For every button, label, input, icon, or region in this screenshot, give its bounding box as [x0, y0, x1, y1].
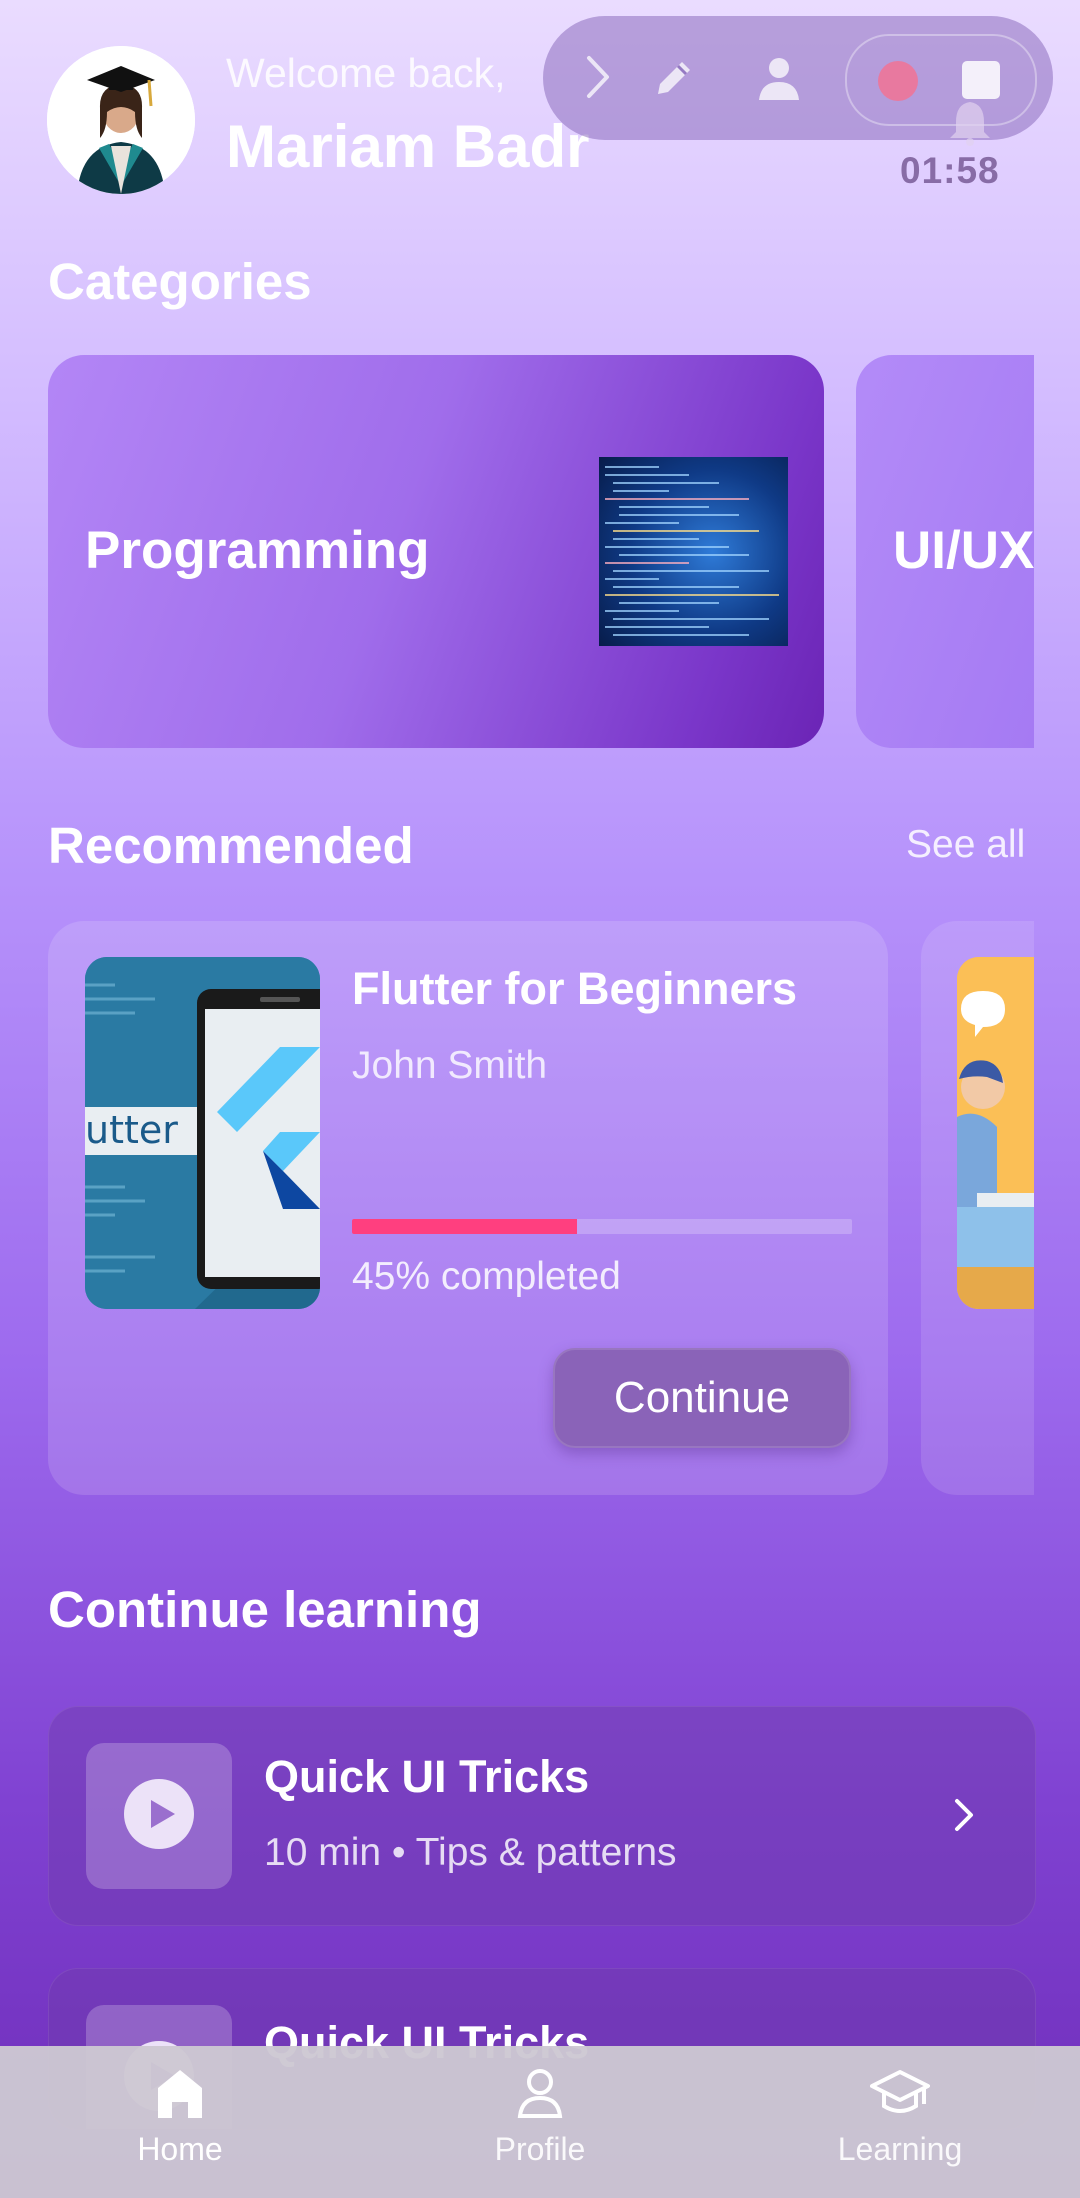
chevron-right-icon[interactable]: [583, 52, 613, 102]
lesson-subtitle: 10 min • Tips & patterns: [264, 1831, 677, 1874]
nav-label-learning: Learning: [837, 2131, 963, 2167]
chevron-right-icon[interactable]: [949, 1795, 979, 1840]
continue-learning-item[interactable]: Quick UI Tricks 10 min • Tips & patterns: [48, 1706, 1036, 1926]
code-thumbnail-image: [599, 457, 788, 646]
flutter-course-image: utter: [85, 957, 320, 1309]
nav-label-home: Home: [137, 2131, 223, 2167]
nav-label-profile: Profile: [494, 2131, 586, 2167]
nav-item-home[interactable]: Home: [60, 2046, 300, 2198]
lesson-title: Quick UI Tricks: [264, 1751, 590, 1802]
person-icon: [516, 2068, 564, 2125]
user-name: Mariam Badr: [226, 113, 590, 180]
course-progress-fill: [352, 1219, 577, 1234]
bottom-navigation: Home Profile Learning: [0, 2046, 1080, 2198]
pencil-icon[interactable]: [650, 54, 698, 102]
record-controls: [845, 34, 1037, 126]
category-card-uiux[interactable]: UI/UX: [856, 355, 1034, 748]
course-progress-text: 45% completed: [352, 1255, 621, 1298]
course-card-next[interactable]: [921, 921, 1034, 1495]
stop-square-icon[interactable]: [961, 60, 1001, 100]
person-icon[interactable]: [757, 54, 801, 102]
notification-bell-icon[interactable]: [948, 98, 992, 151]
welcome-text: Welcome back,: [226, 50, 506, 96]
lesson-thumbnail: [86, 1743, 232, 1889]
course-title: Flutter for Beginners: [352, 963, 798, 1014]
categories-title: Categories: [48, 253, 312, 310]
flutter-image-text: utter: [85, 1108, 178, 1152]
category-card-programming[interactable]: Programming: [48, 355, 824, 748]
category-label: UI/UX: [893, 521, 1034, 580]
recording-timer: 01:58: [900, 150, 1000, 191]
course-author: John Smith: [352, 1044, 548, 1087]
graduation-cap-icon: [870, 2068, 930, 2125]
see-all-link[interactable]: See all: [906, 823, 1025, 867]
category-label: Programming: [85, 521, 430, 580]
course-illustration-image: [957, 957, 1034, 1309]
course-progress-bar: [352, 1219, 852, 1234]
nav-item-learning[interactable]: Learning: [780, 2046, 1020, 2198]
graduate-portrait-image: [47, 46, 195, 194]
record-dot-icon[interactable]: [877, 60, 919, 102]
continue-learning-title: Continue learning: [48, 1581, 482, 1638]
nav-item-profile[interactable]: Profile: [420, 2046, 660, 2198]
course-card-flutter[interactable]: utter Flutter for Beginners John Smith 4…: [48, 921, 888, 1495]
avatar[interactable]: [47, 46, 195, 194]
play-icon: [123, 1778, 195, 1855]
continue-button[interactable]: Continue: [553, 1348, 851, 1448]
home-icon: [156, 2068, 204, 2125]
recommended-title: Recommended: [48, 817, 414, 874]
